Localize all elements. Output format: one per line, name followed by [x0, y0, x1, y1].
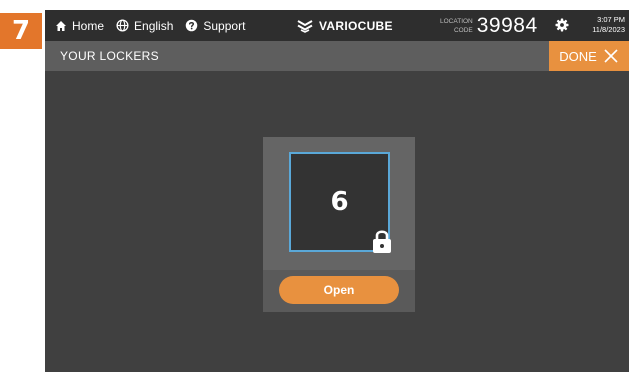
step-badge: 7 [0, 13, 42, 49]
lock-icon [373, 230, 391, 253]
kiosk-screen: Home English Support VARIOCUBE LOCATION … [45, 10, 629, 372]
brand-logo: VARIOCUBE [297, 10, 393, 41]
variocube-logo-icon [297, 19, 313, 33]
help-icon [186, 19, 198, 32]
top-bar: Home English Support VARIOCUBE LOCATION … [45, 10, 629, 41]
done-button[interactable]: DONE [549, 41, 629, 71]
location-label: LOCATION [440, 17, 473, 25]
done-label: DONE [559, 48, 597, 64]
brand-name: VARIOCUBE [319, 18, 393, 33]
page-title: YOUR LOCKERS [60, 49, 159, 63]
home-icon [56, 20, 66, 31]
location-code-value: 39984 [476, 13, 538, 37]
clock-time: 3:07 PM [597, 15, 625, 24]
locker-tile[interactable]: 6 [289, 152, 391, 253]
clock: 3:07 PM 11/8/2023 [592, 15, 625, 35]
open-label: Open [323, 283, 355, 297]
sub-bar: YOUR LOCKERS DONE [45, 41, 629, 71]
clock-date: 11/8/2023 [592, 25, 625, 34]
nav-language[interactable]: English [116, 19, 173, 33]
gear-icon[interactable] [555, 18, 569, 32]
nav-support[interactable]: Support [185, 19, 245, 33]
nav-home-label: Home [72, 18, 105, 33]
nav-home[interactable]: Home [55, 19, 104, 33]
open-button[interactable]: Open [279, 276, 399, 304]
nav-support-label: Support [203, 18, 246, 33]
locker-card: 6 Open [263, 137, 415, 312]
locker-card-footer: Open [263, 270, 415, 312]
nav-language-label: English [134, 18, 174, 33]
globe-icon [116, 19, 129, 32]
location-code: LOCATION CODE 39984 [440, 10, 538, 41]
code-label: CODE [453, 26, 473, 34]
close-icon [604, 49, 618, 63]
